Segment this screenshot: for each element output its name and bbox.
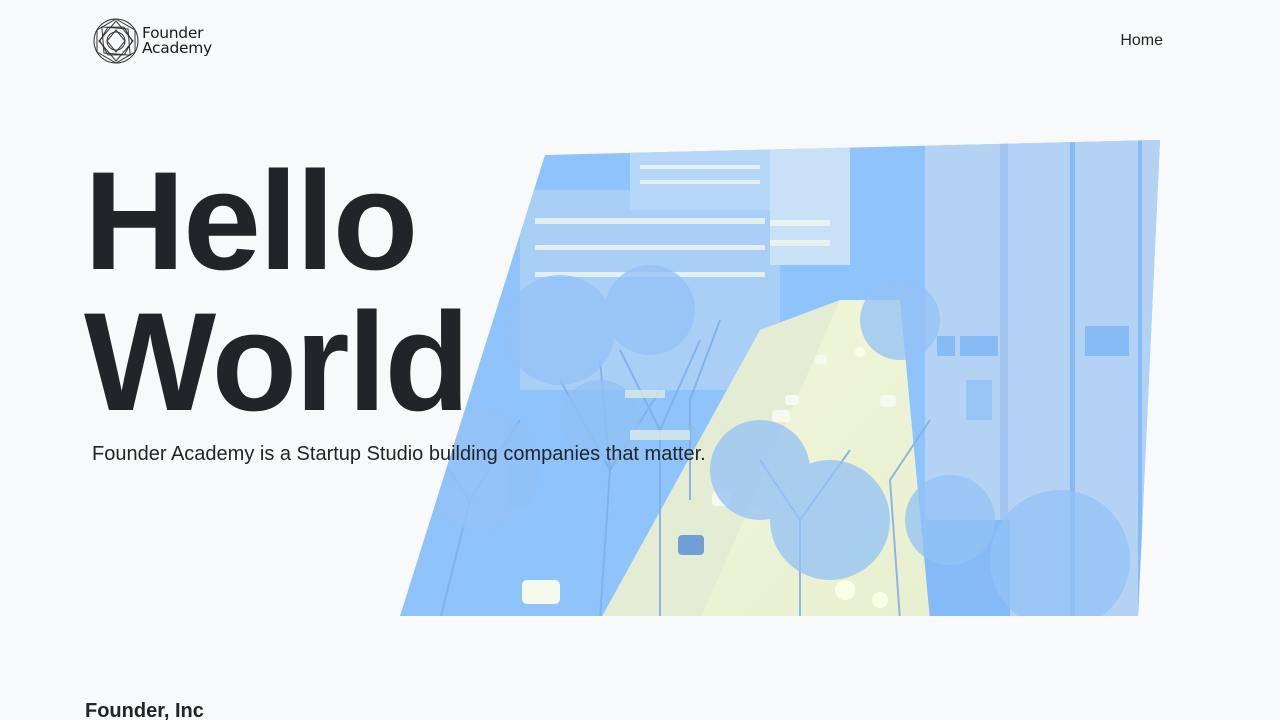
founder-academy-logo-icon bbox=[93, 18, 139, 64]
logo-link[interactable]: Founder Academy bbox=[92, 16, 212, 66]
section-title: Founder, Inc bbox=[85, 700, 204, 720]
logo-line-academy: Academy bbox=[142, 39, 212, 57]
hero-headline-line1: Hello bbox=[84, 142, 418, 299]
hero-headline: Hello World bbox=[84, 142, 470, 440]
hero-lead-text: Founder Academy is a Startup Studio buil… bbox=[92, 443, 706, 465]
nav-link-home[interactable]: Home bbox=[1120, 32, 1163, 50]
logo-wordmark: Founder Academy bbox=[142, 25, 212, 57]
page: Founder Academy Home Hello World Founder… bbox=[0, 0, 1280, 720]
hero-headline-line2: World bbox=[84, 283, 470, 440]
